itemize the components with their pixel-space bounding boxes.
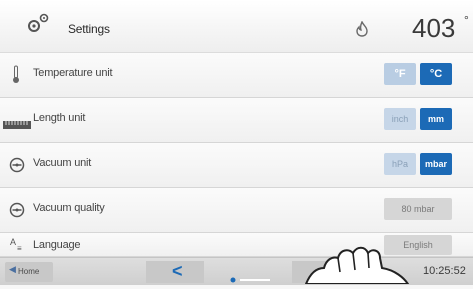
home-button[interactable]: ◀ Home bbox=[5, 262, 53, 282]
setting-row-vacuum-quality: Vacuum quality 80 mbar bbox=[0, 188, 473, 233]
length-unit-label: Length unit bbox=[33, 112, 86, 124]
setting-row-temperature-unit: Temperature unit °F °C bbox=[0, 53, 473, 98]
vacuum-gauge-icon bbox=[9, 157, 25, 178]
setting-row-vacuum-unit: Vacuum unit hPa mbar bbox=[0, 143, 473, 188]
mm-button[interactable]: mm bbox=[420, 108, 452, 130]
svg-text:≡: ≡ bbox=[17, 244, 22, 253]
clock: 10:25:52 bbox=[423, 265, 466, 277]
vacuum-quality-label: Vacuum quality bbox=[33, 202, 105, 214]
touch-hand-icon bbox=[300, 238, 410, 289]
mbar-button[interactable]: mbar bbox=[420, 153, 452, 175]
flame-icon bbox=[355, 20, 369, 42]
language-label: Language bbox=[33, 239, 81, 251]
back-button[interactable]: < bbox=[146, 261, 204, 283]
home-button-label: Home bbox=[18, 267, 40, 276]
fahrenheit-button[interactable]: °F bbox=[384, 63, 416, 85]
page-title: Settings bbox=[68, 22, 110, 36]
setting-row-length-unit: Length unit inch mm bbox=[0, 98, 473, 143]
temperature-unit-label: Temperature unit bbox=[33, 67, 113, 79]
svg-text:A: A bbox=[10, 237, 16, 247]
hpa-button[interactable]: hPa bbox=[384, 153, 416, 175]
triangle-left-icon: ◀ bbox=[9, 264, 16, 274]
chevron-left-icon: < bbox=[172, 261, 183, 281]
temperature-suffix: ° bbox=[464, 13, 469, 27]
header-bar: Settings 403 ° bbox=[0, 0, 473, 53]
vacuum-quality-value-button[interactable]: 80 mbar bbox=[384, 198, 452, 220]
celsius-button[interactable]: °C bbox=[420, 63, 452, 85]
temperature-readout: 403 bbox=[412, 13, 456, 43]
vacuum-unit-label: Vacuum unit bbox=[33, 157, 92, 169]
inch-button[interactable]: inch bbox=[384, 108, 416, 130]
ruler-icon bbox=[3, 116, 31, 134]
page-indicator bbox=[230, 270, 270, 288]
language-icon: A ≡ bbox=[10, 235, 26, 256]
thermometer-icon bbox=[10, 65, 22, 90]
gear-icon bbox=[26, 12, 50, 39]
vacuum-gauge-icon bbox=[9, 202, 25, 223]
